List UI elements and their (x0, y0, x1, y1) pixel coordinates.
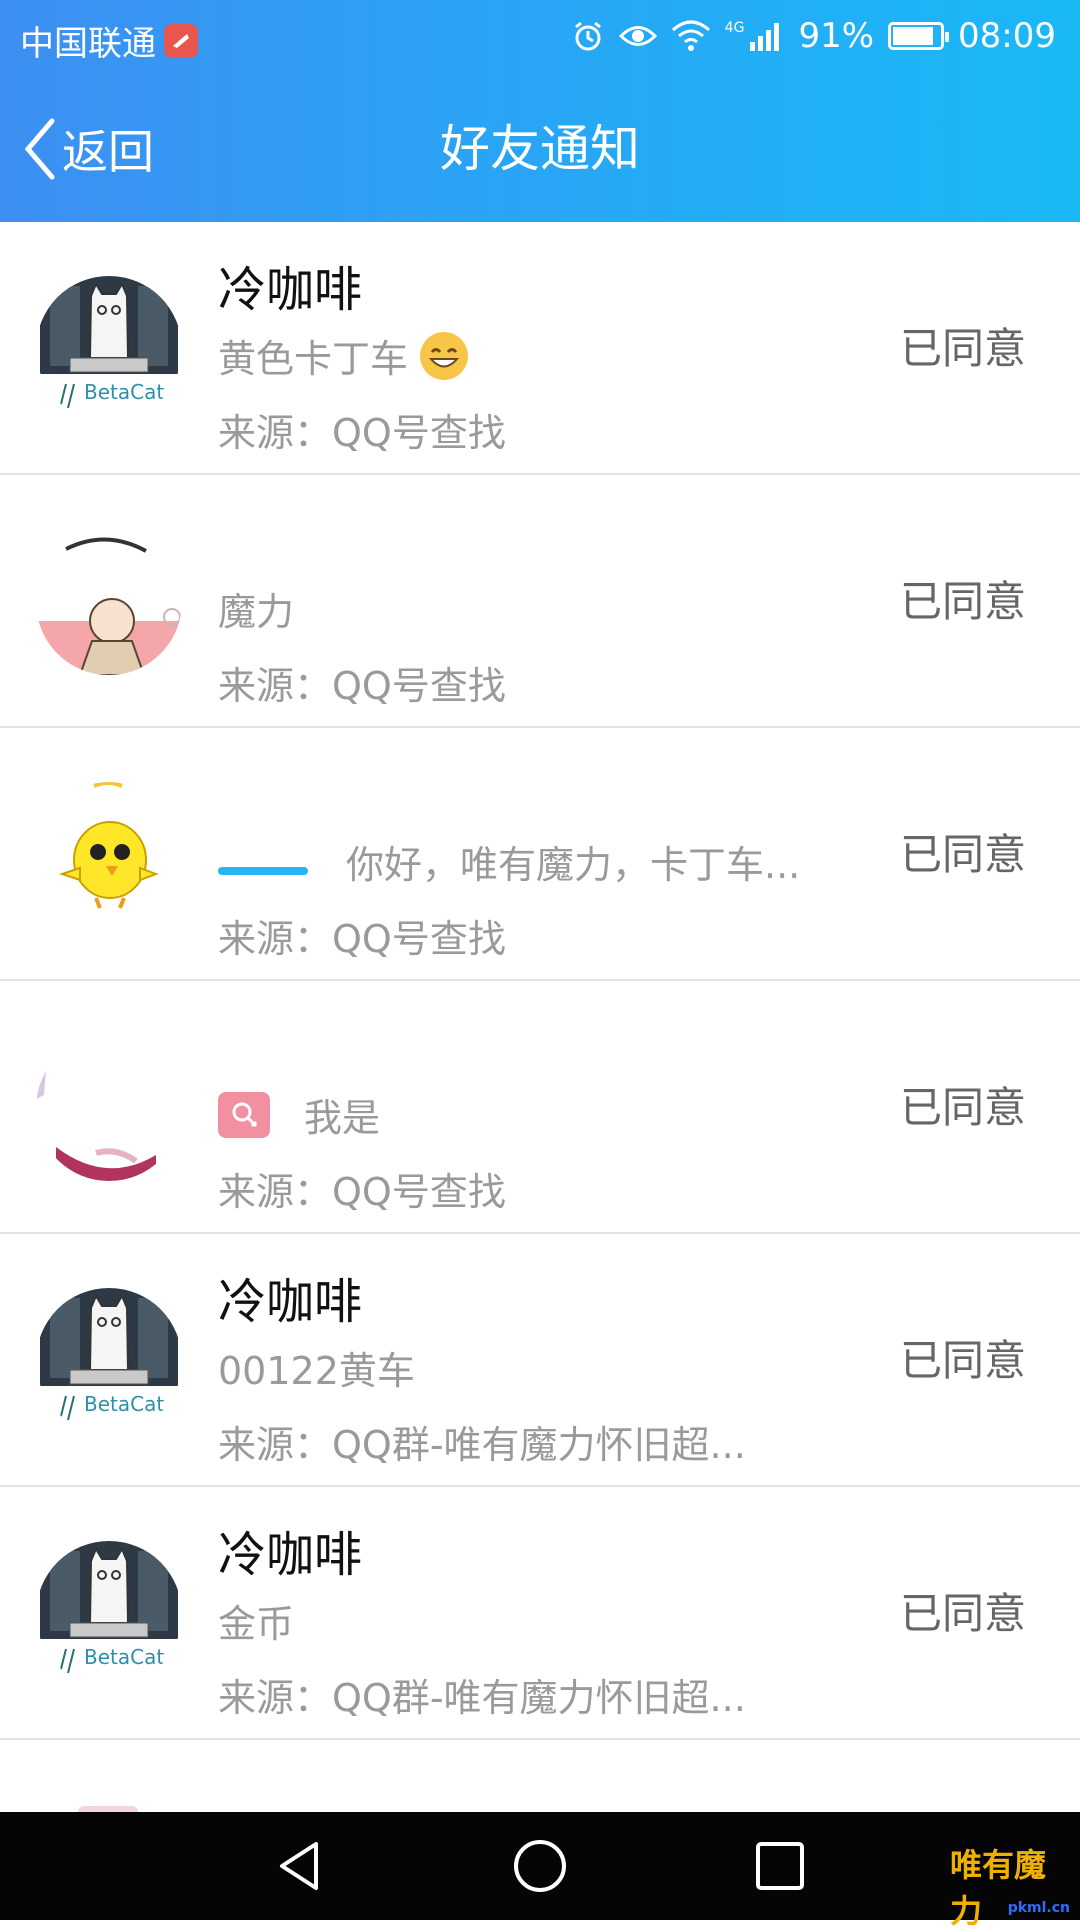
request-source: 来源：QQ群-唯有魔力怀旧超... (218, 1676, 746, 1720)
system-navigation-bar (0, 1812, 1080, 1920)
avatar[interactable]: BetaCat (36, 1541, 182, 1687)
notification-row[interactable]: 你好，唯有魔力，卡丁车... 来源：QQ号查找 已同意 (0, 728, 1080, 981)
battery-fill (893, 27, 934, 45)
status-bar: 中国联通 4G 91% 08:09 (0, 0, 1080, 76)
status-label: 已同意 (899, 1589, 1026, 1638)
request-message-text: 00122黄车 (218, 1349, 415, 1393)
female-gender-icon (218, 1091, 270, 1138)
request-message: 魔力 (218, 581, 294, 636)
wifi-icon (671, 20, 710, 51)
request-source: 来源：QQ号查找 (218, 411, 506, 455)
request-message: 00122黄车 (218, 1340, 415, 1395)
request-message-text: 黄色卡丁车 (218, 337, 409, 381)
status-label: 已同意 (899, 1083, 1026, 1132)
battery-icon (888, 22, 950, 50)
carrier-info: 中国联通 (20, 16, 198, 65)
status-icons: 4G 91% 08:09 (571, 16, 1056, 56)
notification-row[interactable]: 魔力 来源：QQ号查找 已同意 (0, 475, 1080, 728)
avatar[interactable] (36, 529, 182, 675)
request-message: 金币 (218, 1593, 294, 1648)
status-label: 已同意 (899, 1336, 1026, 1385)
watermark-url: pkml.cn (1007, 1900, 1070, 1916)
yellow-chick-avatar-image (36, 782, 182, 928)
avatar-label: BetaCat (84, 1645, 165, 1669)
avatar[interactable] (36, 782, 182, 928)
request-source: 来源：QQ群-唯有魔力怀旧超... (218, 1423, 746, 1467)
status-label: 已同意 (899, 830, 1026, 879)
request-source: 来源：QQ号查找 (218, 1170, 506, 1214)
request-message-text: 金币 (218, 1602, 295, 1646)
anime-girl-avatar-image (36, 529, 182, 675)
battery-percent: 91% (798, 16, 875, 56)
request-source: 来源：QQ号查找 (218, 664, 506, 708)
grin-emoji-icon (420, 331, 469, 380)
carrier-app-icon (164, 23, 198, 58)
request-message-text: 魔力 (218, 590, 295, 634)
carrier-name: 中国联通 (20, 24, 156, 64)
request-message-text: 我是 (304, 1096, 381, 1140)
tag-mark (218, 866, 308, 875)
contact-name: 冷咖啡 (218, 1274, 363, 1330)
partial-notification-row[interactable] (0, 1752, 1080, 1812)
request-message: 黄色卡丁车 (218, 328, 469, 383)
request-source: 来源：QQ号查找 (218, 917, 506, 961)
network-type: 4G (724, 20, 745, 36)
back-triangle-icon[interactable] (264, 1830, 336, 1902)
eye-icon (618, 26, 657, 46)
notification-row[interactable]: 我是 来源：QQ号查找 已同意 (0, 981, 1080, 1234)
avatar-label: BetaCat (84, 380, 165, 404)
request-message-text: 你好，唯有魔力，卡丁车... (346, 843, 801, 887)
notification-row[interactable]: BetaCat 冷咖啡 黄色卡丁车 来源：QQ号查找 已同意 (0, 222, 1080, 475)
avatar[interactable]: BetaCat (36, 276, 182, 422)
avatar-label: BetaCat (84, 1392, 165, 1416)
title-bar: 返回 好友通知 (0, 76, 1080, 222)
clock: 08:09 (958, 16, 1056, 56)
status-label: 已同意 (899, 324, 1026, 373)
avatar[interactable]: BetaCat (36, 1288, 182, 1434)
recents-square-icon[interactable] (744, 1830, 816, 1902)
request-message: 你好，唯有魔力，卡丁车... (218, 834, 800, 889)
avatar[interactable] (36, 1035, 182, 1181)
notification-list: BetaCat 冷咖啡 黄色卡丁车 来源：QQ号查找 已同意 魔力 来源：QQ号… (0, 222, 1080, 1740)
page-title: 好友通知 (440, 120, 640, 178)
site-watermark: 唯有魔力 pkml.cn (950, 1840, 1074, 1930)
signal-icon (750, 23, 780, 51)
notification-row[interactable]: BetaCat 冷咖啡 金币 来源：QQ群-唯有魔力怀旧超... 已同意 (0, 1487, 1080, 1740)
home-circle-icon[interactable] (504, 1830, 576, 1902)
notification-row[interactable]: BetaCat 冷咖啡 00122黄车 来源：QQ群-唯有魔力怀旧超... 已同… (0, 1234, 1080, 1487)
alarm-icon (574, 21, 601, 51)
pink-photo-avatar-image (36, 1035, 182, 1181)
request-message: 我是 (218, 1087, 380, 1142)
contact-name: 冷咖啡 (218, 1527, 363, 1583)
status-label: 已同意 (899, 577, 1026, 626)
contact-name: 冷咖啡 (218, 262, 363, 318)
app-header: 中国联通 4G 91% 08:09 返回 好友通知 (0, 0, 1080, 222)
